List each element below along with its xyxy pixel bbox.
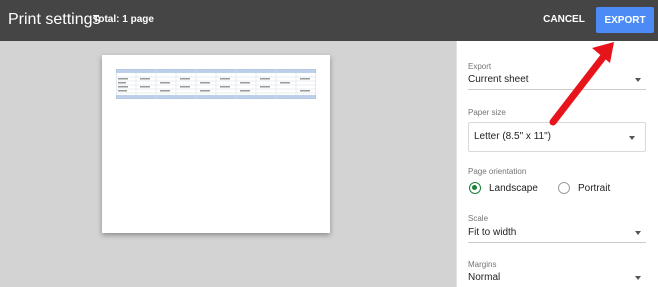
- annotation-arrow-icon: [549, 42, 614, 126]
